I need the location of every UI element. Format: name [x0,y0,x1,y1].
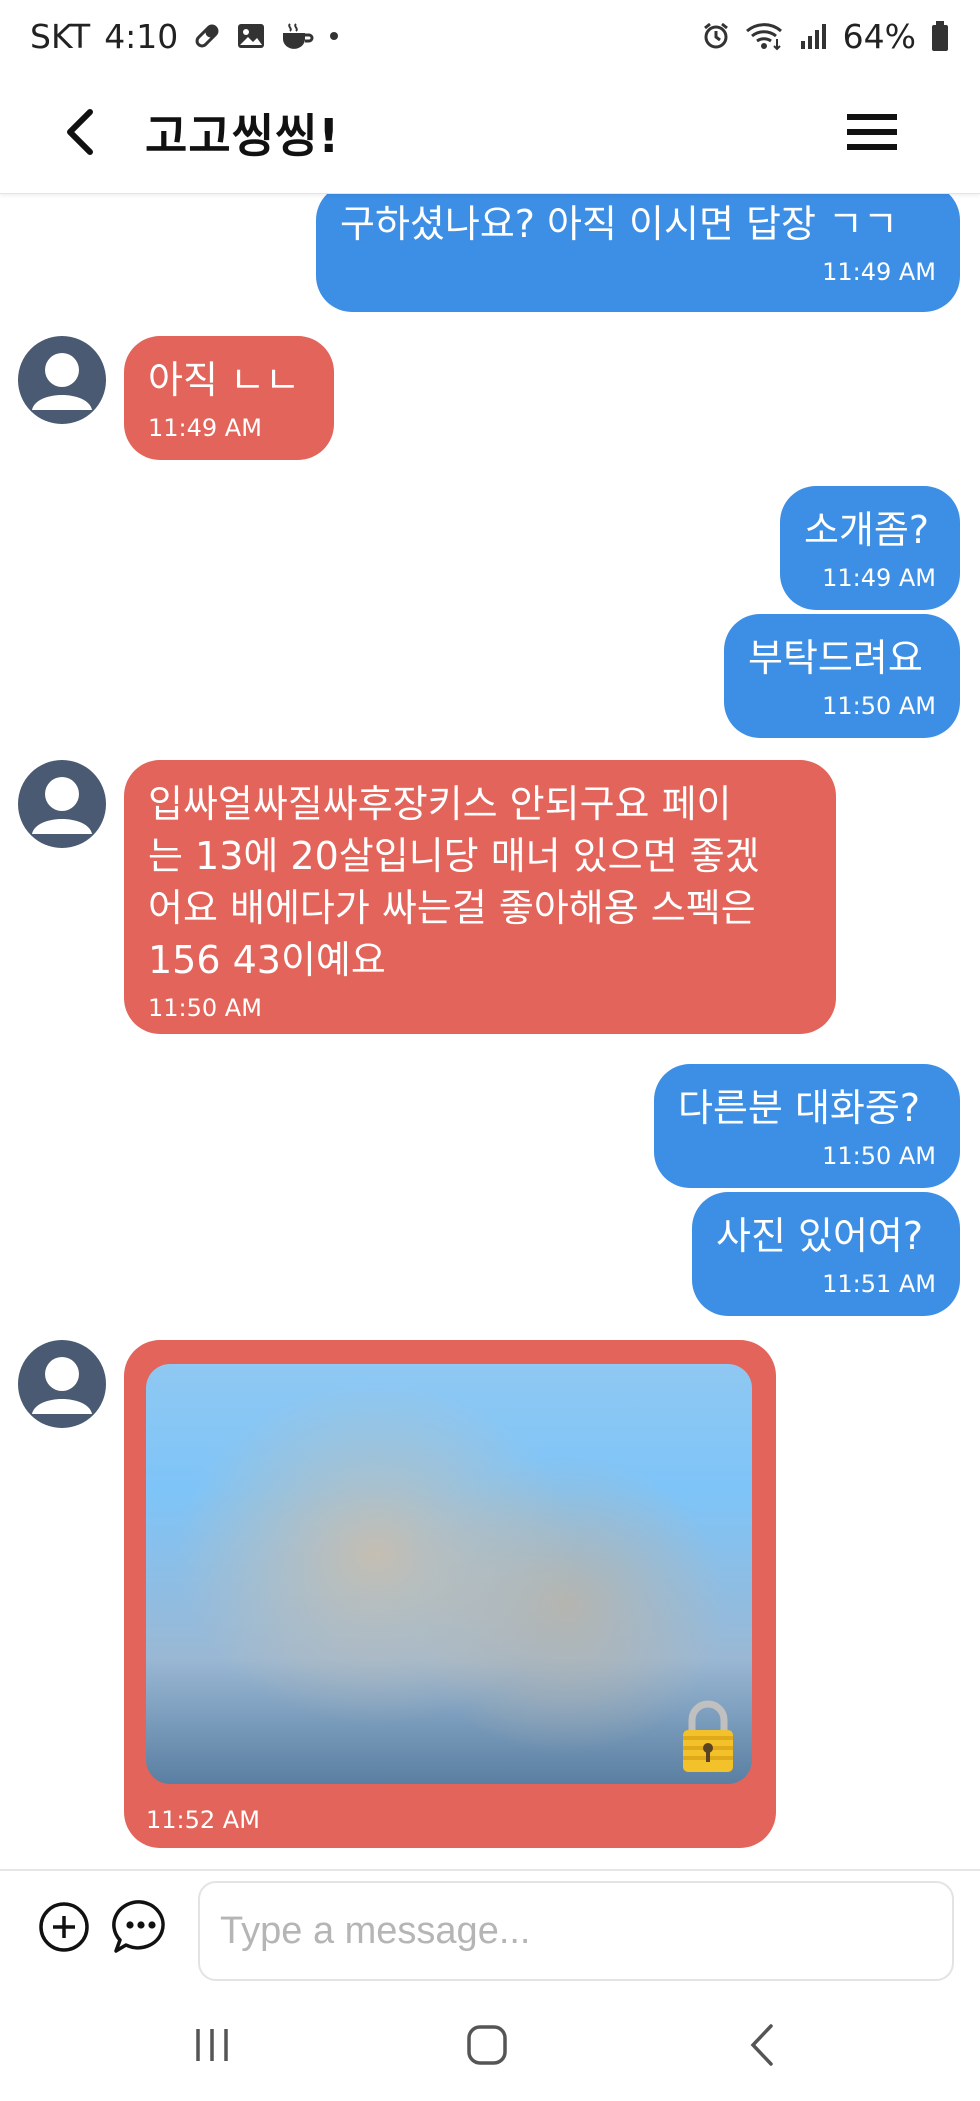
message-time: 11:49 AM [822,258,936,286]
message-bubble-incoming[interactable]: 아직 ㄴㄴ 11:49 AM [124,336,334,460]
message-time: 11:50 AM [822,692,936,720]
person-icon [32,777,92,834]
chevron-left-icon [750,2024,773,2066]
pill-icon [192,21,222,51]
battery-label: 64% [842,16,916,56]
home-icon [467,2025,507,2065]
avatar[interactable] [18,1340,106,1428]
message-text: 구하셨나요? 아직 이시면 답장 ㄱㄱ [340,202,898,246]
message-time: 11:50 AM [148,994,262,1022]
message-input[interactable] [198,1881,954,1981]
locked-photo[interactable] [146,1364,752,1784]
status-right: 64% [701,17,950,56]
message-time: 11:49 AM [822,564,936,592]
chat-options-button[interactable] [112,1899,170,1955]
message-bubble-outgoing[interactable]: 다른분 대화중? 11:50 AM [654,1064,960,1188]
message-bubble-outgoing[interactable]: 구하셨나요? 아직 이시면 답장 ㄱㄱ 11:49 AM [316,194,960,312]
lock-icon [683,1700,733,1772]
message-time: 11:52 AM [146,1806,260,1834]
carrier-label: SKT [30,16,91,56]
teacup-icon [280,21,314,51]
recent-apps-button[interactable] [190,2015,234,2075]
status-left: SKT 4:10 [30,17,340,56]
alarm-icon [701,21,731,51]
message-time: 11:51 AM [822,1270,936,1298]
message-bubble-incoming-photo[interactable]: 11:52 AM [124,1340,776,1848]
message-bubble-outgoing[interactable]: 부탁드려요 11:50 AM [724,614,960,738]
message-text: 부탁드려요 [748,636,923,680]
recent-apps-icon [196,2029,228,2061]
hamburger-menu-icon [847,114,897,150]
system-nav-bar [0,1989,980,2101]
dot-icon [328,30,340,42]
message-text: 입싸얼싸질싸후장키스 안되구요 페이 는 13에 20살입니당 매너 있으면 좋… [148,782,760,982]
message-bubble-outgoing[interactable]: 소개좀? 11:49 AM [780,486,960,610]
avatar[interactable] [18,760,106,848]
person-icon [32,353,92,410]
system-back-button[interactable] [740,2015,784,2075]
message-list[interactable]: 구하셨나요? 아직 이시면 답장 ㄱㄱ 11:49 AM 아직 ㄴㄴ 11:49… [0,194,980,1869]
message-text: 다른분 대화중? [678,1086,921,1130]
status-bar: SKT 4:10 64% [0,0,980,72]
message-bubble-incoming[interactable]: 입싸얼싸질싸후장키스 안되구요 페이 는 13에 20살입니당 매너 있으면 좋… [124,760,836,1034]
chat-title: 고고씽씽! [145,109,341,163]
chat-bubble-dots-icon [112,1900,165,1953]
image-icon [236,21,266,51]
menu-button[interactable] [844,104,900,160]
add-attachment-button[interactable] [38,1901,90,1953]
back-button[interactable] [50,100,110,164]
signal-icon [799,21,829,51]
message-text: 아직 ㄴㄴ [148,358,300,402]
home-button[interactable] [462,2015,512,2075]
message-time: 11:50 AM [822,1142,936,1170]
composer-bar [0,1869,980,1989]
clock-label: 4:10 [104,16,179,56]
battery-icon [930,20,950,52]
message-text: 소개좀? [804,508,930,552]
chevron-left-icon [67,109,93,155]
message-bubble-outgoing[interactable]: 사진 있어여? 11:51 AM [692,1192,960,1316]
wifi-icon [745,21,785,51]
person-icon [32,1357,92,1414]
avatar[interactable] [18,336,106,424]
message-time: 11:49 AM [148,414,262,442]
chat-header: 고고씽씽! [0,72,980,194]
plus-circle-icon [39,1902,89,1952]
message-text: 사진 있어여? [716,1214,924,1258]
